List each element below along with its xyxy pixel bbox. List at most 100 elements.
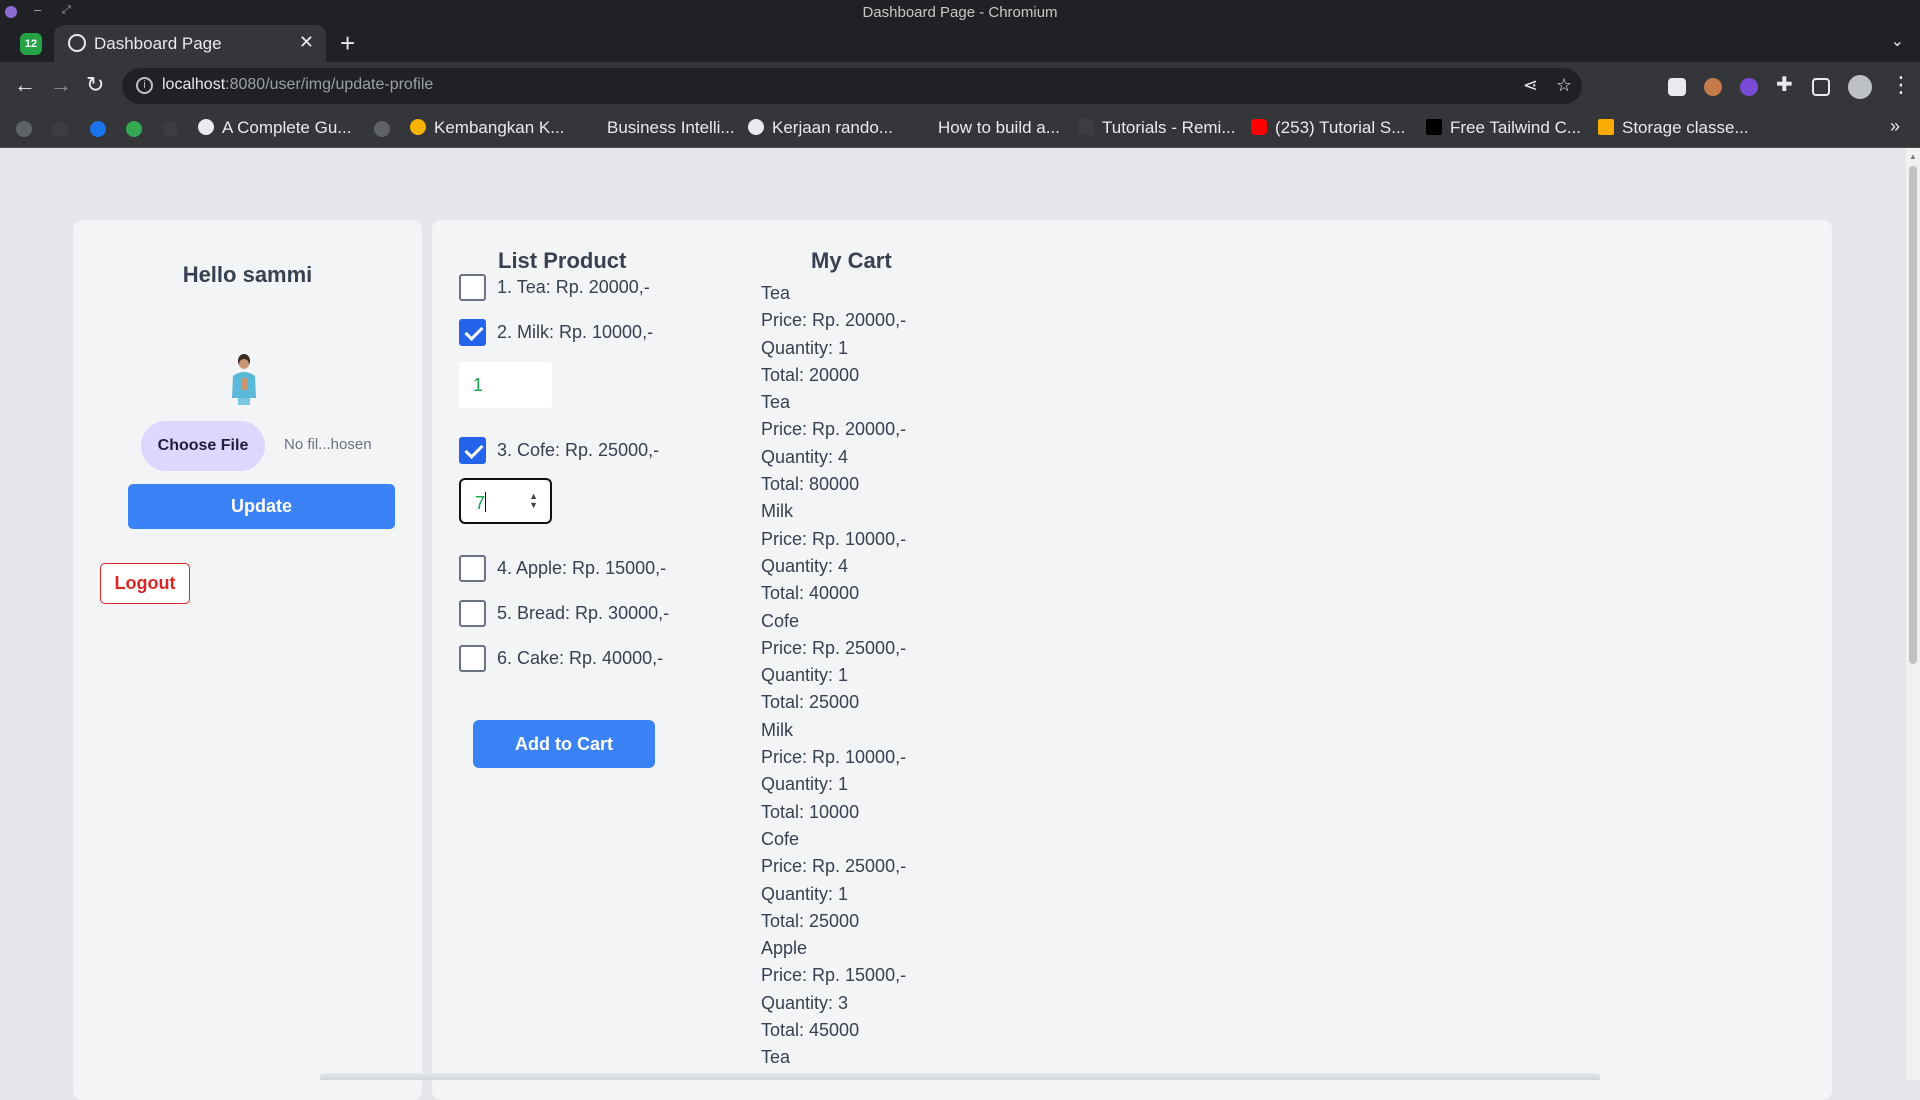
bookmark-icon[interactable] bbox=[16, 121, 32, 137]
product-checkbox[interactable] bbox=[459, 600, 486, 627]
product-item-milk[interactable]: 2. Milk: Rp. 10000,- bbox=[459, 319, 653, 346]
navigation-bar: ← → ↻ i localhost:8080/user/img/update-p… bbox=[0, 62, 1920, 110]
cart-item-quantity: Quantity: 3 bbox=[761, 992, 849, 1013]
cart-item-name: Tea bbox=[761, 283, 791, 303]
palette-extension-icon[interactable] bbox=[1704, 78, 1722, 96]
cart-item-quantity: Quantity: 4 bbox=[761, 555, 849, 576]
list-product-heading: List Product bbox=[498, 248, 627, 273]
bookmark-item[interactable]: Business Intelli... bbox=[607, 118, 735, 138]
cart-item-quantity: Quantity: 1 bbox=[761, 337, 849, 358]
milk-quantity-input[interactable]: 1 bbox=[459, 362, 552, 408]
profile-avatar-icon[interactable] bbox=[1848, 75, 1872, 99]
number-spinner-icon[interactable]: ▲ ▼ bbox=[529, 492, 538, 510]
cart-item-total: Total: 80000 bbox=[761, 474, 860, 495]
cart-item: Milk Price: Rp. 10000,- Quantity: 4 Tota… bbox=[761, 498, 906, 607]
cart-item-name: Cofe bbox=[761, 828, 800, 849]
window-minimize-icon[interactable]: – bbox=[34, 0, 41, 20]
product-checkbox[interactable] bbox=[459, 555, 486, 582]
cart-item-total: Total: 25000 bbox=[761, 910, 860, 931]
cart-item-price: Price: Rp. 15000,- bbox=[761, 965, 907, 986]
tab-search-chevron-icon[interactable]: ⌄ bbox=[1891, 31, 1904, 51]
product-item-tea[interactable]: 1. Tea: Rp. 20000,- bbox=[459, 274, 650, 301]
logout-button[interactable]: Logout bbox=[100, 563, 190, 604]
cart-item: Tea bbox=[761, 1044, 906, 1071]
window-title: Dashboard Page - Chromium bbox=[862, 4, 1058, 21]
bookmark-icon[interactable] bbox=[374, 121, 390, 137]
cart-item-total: Total: 25000 bbox=[761, 692, 860, 713]
globe-icon bbox=[68, 34, 86, 52]
cart-item: Tea Price: Rp. 20000,- Quantity: 4 Total… bbox=[761, 389, 906, 498]
cart-item-quantity: Quantity: 1 bbox=[761, 665, 849, 686]
scrollbar-thumb[interactable] bbox=[1909, 166, 1917, 664]
back-icon[interactable]: ← bbox=[14, 73, 36, 97]
bookmarks-bar: A Complete Gu... Kembangkan K... Busines… bbox=[0, 110, 1920, 148]
window-maximize-icon[interactable]: ⤢ bbox=[62, 0, 71, 20]
product-checkbox[interactable] bbox=[459, 645, 486, 672]
bookmark-icon[interactable] bbox=[90, 121, 106, 137]
bookmark-item[interactable]: Storage classe... bbox=[1598, 118, 1749, 138]
bookmark-item[interactable]: Kembangkan K... bbox=[410, 118, 564, 138]
product-checkbox[interactable] bbox=[459, 319, 486, 346]
tab-dashboard[interactable]: Dashboard Page ✕ bbox=[54, 25, 326, 62]
cart-item-name: Tea bbox=[761, 392, 791, 413]
cart-list: Tea Price: Rp. 20000,- Quantity: 1 Total… bbox=[761, 280, 906, 1072]
puzzle-icon[interactable]: ✚ bbox=[1776, 73, 1793, 97]
bookmark-item[interactable]: (253) Tutorial S... bbox=[1251, 118, 1405, 138]
page-scrollbar[interactable]: ▲ bbox=[1906, 148, 1920, 1080]
bookmark-icon[interactable] bbox=[52, 121, 68, 137]
kebab-menu-icon[interactable]: ⋮ bbox=[1890, 73, 1912, 97]
cart-item-total: Total: 45000 bbox=[761, 1020, 860, 1041]
star-icon[interactable]: ☆ bbox=[1556, 75, 1572, 96]
update-button[interactable]: Update bbox=[128, 484, 395, 529]
side-panel-icon[interactable] bbox=[1812, 78, 1830, 96]
url-text[interactable]: localhost:8080/user/img/update-profile bbox=[162, 76, 433, 94]
site-info-icon[interactable]: i bbox=[136, 77, 153, 94]
cart-item-total: Total: 10000 bbox=[761, 801, 860, 822]
bookmark-item[interactable]: How to build a... bbox=[938, 118, 1060, 138]
bookmark-item[interactable]: A Complete Gu... bbox=[198, 118, 351, 138]
text-caret bbox=[485, 492, 487, 512]
bookmark-icon[interactable] bbox=[126, 121, 142, 137]
choose-file-button[interactable]: Choose File bbox=[141, 421, 265, 471]
tab-strip: 12 Dashboard Page ✕ + ⌄ bbox=[0, 25, 1920, 62]
product-item-bread[interactable]: 5. Bread: Rp. 30000,- bbox=[459, 600, 669, 627]
cart-item: Apple Price: Rp. 15000,- Quantity: 3 Tot… bbox=[761, 935, 906, 1044]
cart-item-price: Price: Rp. 25000,- bbox=[761, 637, 907, 658]
share-icon[interactable]: ⋖ bbox=[1523, 75, 1538, 96]
reload-icon[interactable]: ↻ bbox=[86, 73, 104, 97]
cart-item-price: Price: Rp. 10000,- bbox=[761, 528, 907, 549]
more-bookmarks-icon[interactable]: » bbox=[1890, 116, 1900, 137]
cart-item: Tea Price: Rp. 20000,- Quantity: 1 Total… bbox=[761, 280, 906, 389]
bookmark-item[interactable]: Tutorials - Remi... bbox=[1078, 118, 1236, 138]
scroll-up-icon[interactable]: ▲ bbox=[1909, 152, 1917, 161]
tools-extension-icon[interactable] bbox=[1740, 78, 1758, 96]
bottom-overflow-shadow bbox=[320, 1073, 1600, 1080]
product-checkbox[interactable] bbox=[459, 274, 486, 301]
shield-extension-icon[interactable] bbox=[1668, 78, 1686, 96]
cart-item: Cofe Price: Rp. 25000,- Quantity: 1 Tota… bbox=[761, 826, 906, 935]
bookmark-item[interactable]: Kerjaan rando... bbox=[748, 118, 893, 138]
close-icon[interactable]: ✕ bbox=[299, 32, 314, 53]
bookmark-favicon-icon bbox=[1598, 119, 1614, 135]
whatsapp-pinned-tab[interactable]: 12 bbox=[20, 33, 42, 55]
product-item-apple[interactable]: 4. Apple: Rp. 15000,- bbox=[459, 555, 666, 582]
new-tab-icon[interactable]: + bbox=[340, 28, 355, 59]
product-item-cofe[interactable]: 3. Cofe: Rp. 25000,- bbox=[459, 437, 659, 464]
window-close-icon[interactable] bbox=[5, 6, 17, 18]
add-to-cart-button[interactable]: Add to Cart bbox=[473, 720, 655, 768]
youtube-icon bbox=[1251, 119, 1267, 135]
bookmark-item[interactable]: Free Tailwind C... bbox=[1426, 118, 1581, 138]
cart-item-name: Milk bbox=[761, 501, 793, 522]
product-item-cake[interactable]: 6. Cake: Rp. 40000,- bbox=[459, 645, 663, 672]
bookmark-icon[interactable] bbox=[162, 121, 178, 137]
cart-item-name: Cofe bbox=[761, 610, 800, 631]
product-checkbox[interactable] bbox=[459, 437, 486, 464]
cart-item-price: Price: Rp. 10000,- bbox=[761, 747, 907, 768]
forward-icon[interactable]: → bbox=[50, 73, 72, 97]
cofe-quantity-input[interactable]: 7 ▲ ▼ bbox=[459, 478, 552, 524]
address-bar[interactable]: i localhost:8080/user/img/update-profile… bbox=[122, 68, 1582, 104]
cart-item-total: Total: 20000 bbox=[761, 364, 860, 385]
page-viewport: Hello sammi Choose File No fil...hosen U… bbox=[0, 148, 1906, 1100]
cart-item-price: Price: Rp. 25000,- bbox=[761, 856, 907, 877]
cart-item-name: Milk bbox=[761, 719, 793, 740]
